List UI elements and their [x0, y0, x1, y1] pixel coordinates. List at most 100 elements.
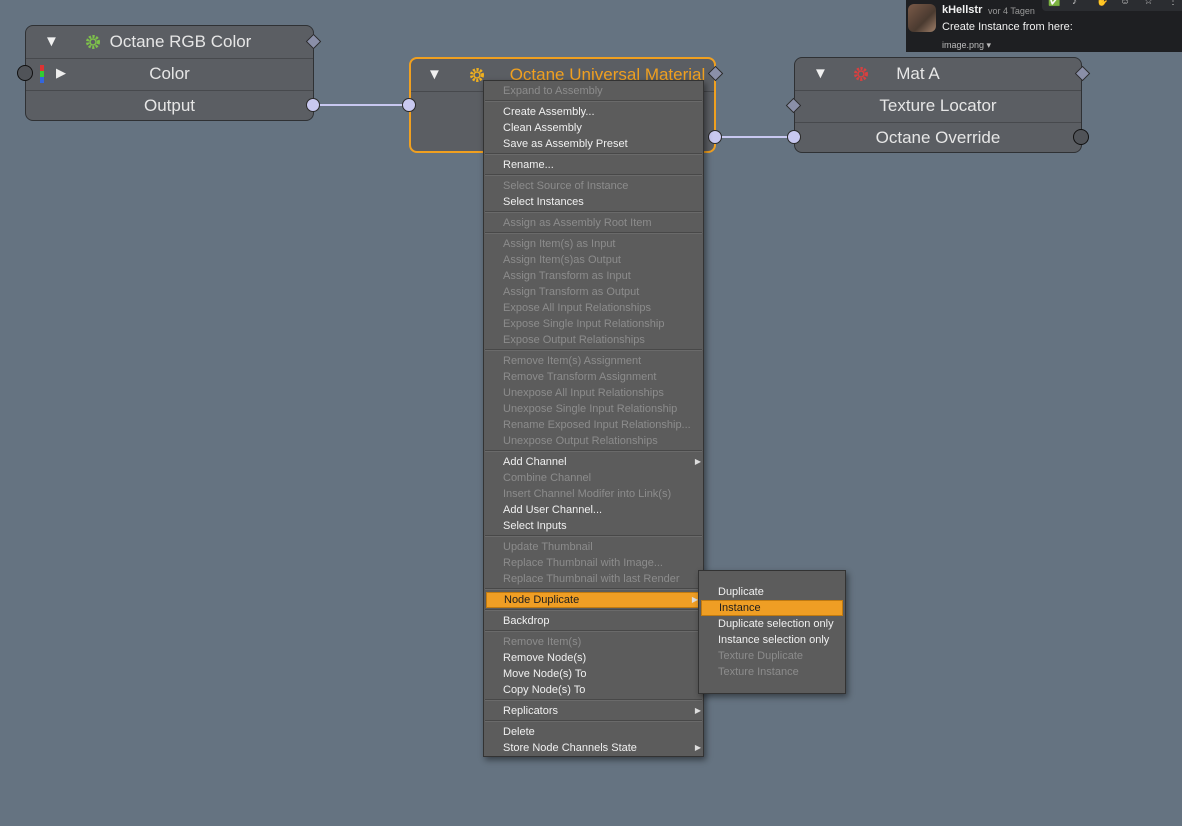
menu-item-select-instances[interactable]: Select Instances — [484, 194, 703, 210]
submenu-item-label: Texture Instance — [718, 666, 799, 678]
menu-separator — [485, 588, 702, 590]
menu-item-label: Move Node(s) To — [503, 668, 587, 680]
row-label: Octane Override — [875, 128, 1001, 147]
node-header[interactable]: ▼ Mat A — [795, 58, 1081, 91]
row-label: Texture Locator — [879, 96, 997, 115]
node-header[interactable]: ▼ Octane RGB Color — [26, 26, 313, 59]
menu-item-clean-assembly[interactable]: Clean Assembly — [484, 120, 703, 136]
submenu-item-duplicate[interactable]: Duplicate — [699, 584, 845, 600]
menu-item-create-assembly[interactable]: Create Assembly... — [484, 104, 703, 120]
node-universal-output-port[interactable] — [708, 130, 722, 144]
collapse-triangle-icon[interactable]: ▼ — [427, 59, 442, 90]
menu-item-add-channel[interactable]: Add Channel ▶ — [484, 454, 703, 470]
wire-universal-to-mat — [714, 136, 794, 138]
menu-item-label: Expose Output Relationships — [503, 334, 645, 346]
node-rgb-color-input-port[interactable] — [17, 65, 33, 81]
menu-item-label: Rename Exposed Input Relationship... — [503, 419, 691, 431]
add-reaction-icon[interactable]: ☺ — [1120, 0, 1130, 7]
menu-item-label: Replicators — [503, 705, 559, 717]
node-row-texture-locator[interactable]: Texture Locator — [795, 90, 1081, 123]
submenu-arrow-icon: ▶ — [694, 706, 701, 715]
node-row-color[interactable]: ▶ Color — [26, 58, 313, 91]
node-duplicate-submenu[interactable]: Duplicate Instance Duplicate selection onl… — [698, 570, 846, 694]
check-emoji-icon[interactable]: ✅ — [1048, 0, 1060, 7]
gear-icon — [854, 67, 868, 81]
menu-item-add-user-channel[interactable]: Add User Channel... — [484, 502, 703, 518]
menu-item-replicators[interactable]: Replicators ▶ — [484, 703, 703, 719]
chat-attachment[interactable]: image.png ▾ — [942, 40, 991, 51]
chat-notification[interactable]: kHellstr vor 4 Tagen Create Instance fro… — [906, 0, 1182, 52]
submenu-item-instance-selection-only[interactable]: Instance selection only — [699, 632, 845, 648]
menu-separator — [485, 153, 702, 155]
menu-separator — [485, 720, 702, 722]
menu-item-label: Store Node Channels State — [503, 742, 637, 754]
menu-item-label: Assign Item(s)as Output — [503, 254, 621, 266]
menu-item-assign-transform-as-output: Assign Transform as Output — [484, 284, 703, 300]
collapse-triangle-icon[interactable]: ▼ — [44, 26, 59, 57]
menu-item-label: Unexpose All Input Relationships — [503, 387, 664, 399]
menu-item-insert-channel-modifer-into-link-s: Insert Channel Modifer into Link(s) — [484, 486, 703, 502]
menu-item-combine-channel: Combine Channel — [484, 470, 703, 486]
menu-item-select-inputs[interactable]: Select Inputs — [484, 518, 703, 534]
menu-item-label: Assign Transform as Output — [503, 286, 640, 298]
menu-item-delete[interactable]: Delete — [484, 724, 703, 740]
menu-item-rename[interactable]: Rename... — [484, 157, 703, 173]
menu-item-label: Unexpose Output Relationships — [503, 435, 658, 447]
menu-item-label: Remove Item(s) Assignment — [503, 355, 642, 367]
bookmark-icon[interactable]: ☆ — [1144, 0, 1153, 7]
chat-reaction-toolbar[interactable]: ✅ ♪ ✋ ☺ ☆ ⋮ — [1042, 0, 1182, 11]
menu-item-label: Select Instances — [503, 196, 584, 208]
menu-item-label: Expose Single Input Relationship — [503, 318, 665, 330]
node-title: Octane RGB Color — [109, 32, 252, 51]
menu-item-label: Assign Transform as Input — [503, 270, 631, 282]
menu-separator — [485, 535, 702, 537]
submenu-item-texture-instance: Texture Instance — [699, 664, 845, 680]
menu-item-label: Remove Item(s) — [503, 636, 582, 648]
menu-item-label: Node Duplicate — [504, 594, 580, 606]
menu-item-copy-node-s-to[interactable]: Copy Node(s) To — [484, 682, 703, 698]
node-row-octane-override[interactable]: Octane Override — [795, 122, 1081, 154]
menu-item-label: Create Assembly... — [503, 106, 595, 118]
menu-item-label: Clean Assembly — [503, 122, 582, 134]
submenu-item-instance[interactable]: Instance — [701, 600, 843, 616]
menu-item-label: Replace Thumbnail with last Render — [503, 573, 680, 585]
node-octane-rgb-color[interactable]: ▼ Octane RGB Color ▶ Color Output — [25, 25, 314, 121]
gear-icon — [86, 35, 100, 49]
menu-item-label: Backdrop — [503, 615, 550, 627]
emoji-icon[interactable]: ♪ — [1072, 0, 1077, 7]
menu-item-store-node-channels-state[interactable]: Store Node Channels State ▶ — [484, 740, 703, 756]
node-mat-a[interactable]: ▼ Mat A Texture Locator Octane Override — [794, 57, 1082, 153]
chat-username[interactable]: kHellstr — [942, 4, 982, 16]
menu-item-node-duplicate[interactable]: Node Duplicate ▶ — [486, 592, 701, 608]
menu-item-backdrop[interactable]: Backdrop — [484, 613, 703, 629]
avatar[interactable] — [908, 4, 936, 32]
menu-item-expose-all-input-relationships: Expose All Input Relationships — [484, 300, 703, 316]
menu-item-label: Add User Channel... — [503, 504, 603, 516]
row-label: Output — [143, 96, 196, 115]
chevron-down-icon[interactable]: ▾ — [987, 40, 992, 50]
menu-item-update-thumbnail: Update Thumbnail — [484, 539, 703, 555]
node-universal-input-port[interactable] — [402, 98, 416, 112]
menu-item-expand-to-assembly: Expand to Assembly — [484, 83, 703, 99]
expand-arrow-icon[interactable]: ▶ — [56, 57, 66, 88]
menu-item-assign-item-s-as-input: Assign Item(s) as Input — [484, 236, 703, 252]
hands-emoji-icon[interactable]: ✋ — [1096, 0, 1108, 7]
menu-item-remove-item-s: Remove Item(s) — [484, 634, 703, 650]
menu-item-label: Copy Node(s) To — [503, 684, 586, 696]
node-row-output[interactable]: Output — [26, 90, 313, 122]
menu-item-move-node-s-to[interactable]: Move Node(s) To — [484, 666, 703, 682]
more-options-icon[interactable]: ⋮ — [1168, 0, 1178, 7]
menu-separator — [485, 232, 702, 234]
submenu-item-duplicate-selection-only[interactable]: Duplicate selection only — [699, 616, 845, 632]
menu-item-remove-node-s[interactable]: Remove Node(s) — [484, 650, 703, 666]
node-context-menu[interactable]: Expand to Assembly Create Assembly... Clea… — [483, 80, 704, 757]
submenu-item-label: Instance — [719, 602, 761, 614]
node-mat-input-port[interactable] — [787, 130, 801, 144]
menu-item-save-as-assembly-preset[interactable]: Save as Assembly Preset — [484, 136, 703, 152]
menu-item-expose-output-relationships: Expose Output Relationships — [484, 332, 703, 348]
node-mat-output-port[interactable] — [1073, 129, 1089, 145]
collapse-triangle-icon[interactable]: ▼ — [813, 58, 828, 89]
menu-item-unexpose-output-relationships: Unexpose Output Relationships — [484, 433, 703, 449]
menu-item-label: Select Source of Instance — [503, 180, 629, 192]
node-rgb-output-port[interactable] — [306, 98, 320, 112]
